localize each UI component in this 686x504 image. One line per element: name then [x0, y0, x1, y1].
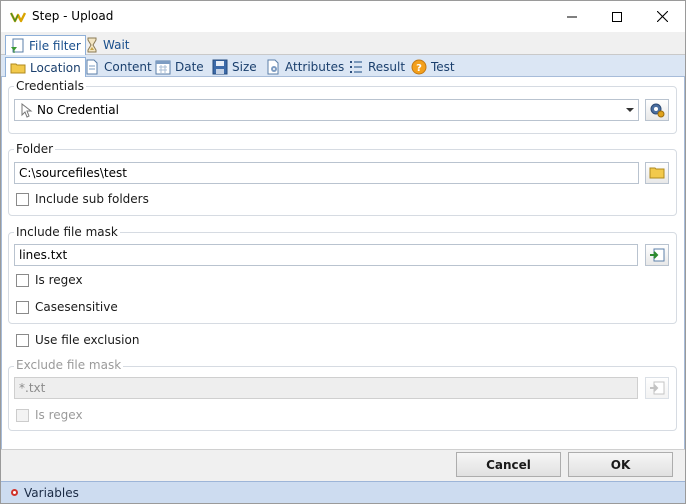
exclude-mask-value: *.txt — [19, 381, 46, 395]
tab-date[interactable]: Date — [151, 57, 208, 77]
include-is-regex-checkbox[interactable] — [16, 274, 29, 287]
svg-text:?: ? — [416, 63, 422, 74]
gear-icon — [650, 103, 665, 118]
folder-icon — [10, 63, 26, 74]
tab-file-filter[interactable]: File filter — [5, 35, 86, 56]
hourglass-icon — [87, 37, 97, 53]
use-file-exclusion-label: Use file exclusion — [35, 333, 140, 347]
include-mask-group-label: Include file mask — [14, 225, 120, 239]
disk-icon — [212, 59, 228, 75]
credential-select[interactable]: No Credential — [14, 99, 639, 121]
help-icon: ? — [411, 59, 427, 75]
minimize-icon — [567, 16, 577, 17]
window-title: Step - Upload — [32, 9, 114, 23]
tab-content[interactable]: Content — [80, 57, 156, 77]
dialog-button-bar: Cancel OK — [1, 449, 685, 481]
insert-variable-icon — [650, 248, 665, 262]
attributes-icon — [267, 59, 279, 75]
cancel-button[interactable]: Cancel — [456, 452, 561, 477]
credentials-group-label: Credentials — [14, 79, 87, 93]
tab-wait-label: Wait — [103, 38, 130, 52]
list-icon — [350, 61, 362, 73]
include-mask-value: lines.txt — [19, 248, 68, 262]
maximize-icon — [612, 11, 622, 22]
exclude-mask-helper-button[interactable] — [645, 377, 669, 399]
top-tab-strip: File filter Wait — [1, 32, 685, 56]
include-sub-folders-label: Include sub folders — [35, 192, 149, 206]
minimize-button[interactable] — [549, 1, 595, 32]
document-icon — [86, 59, 98, 75]
browse-folder-button[interactable] — [645, 162, 669, 184]
exclude-mask-input[interactable]: *.txt — [14, 377, 638, 399]
exclude-is-regex-checkbox[interactable] — [16, 409, 29, 422]
include-is-regex-label: Is regex — [35, 273, 83, 287]
tab-result-label: Result — [368, 60, 406, 74]
tab-attributes-label: Attributes — [285, 60, 345, 74]
tab-test-label: Test — [431, 60, 455, 74]
include-sub-folders-checkbox[interactable] — [16, 193, 29, 206]
tab-test[interactable]: ? Test — [407, 57, 459, 77]
include-mask-helper-button[interactable] — [645, 244, 669, 266]
tab-location[interactable]: Location — [5, 57, 86, 78]
variables-label: Variables — [24, 485, 79, 500]
tab-size-label: Size — [232, 60, 257, 74]
tab-attributes[interactable]: Attributes — [261, 57, 348, 77]
calendar-icon — [155, 60, 171, 75]
exclude-mask-group-label: Exclude file mask — [14, 358, 124, 372]
tab-content-label: Content — [104, 60, 152, 74]
close-button[interactable] — [639, 1, 685, 32]
tab-size[interactable]: Size — [208, 57, 261, 77]
folder-path-input[interactable]: C:\sourcefiles\test — [14, 162, 639, 184]
maximize-button[interactable] — [594, 1, 640, 32]
casesensitive-checkbox[interactable] — [16, 301, 29, 314]
cursor-icon — [21, 103, 33, 118]
tab-result[interactable]: Result — [344, 57, 409, 77]
tab-wait[interactable]: Wait — [80, 35, 134, 55]
insert-variable-icon — [650, 381, 665, 395]
tab-date-label: Date — [175, 60, 204, 74]
tab-location-label: Location — [30, 61, 81, 75]
title-bar: Step - Upload — [1, 1, 685, 32]
ok-button[interactable]: OK — [568, 452, 673, 477]
variables-indicator-icon — [11, 489, 18, 496]
tab-file-filter-label: File filter — [29, 39, 81, 53]
file-filter-icon — [11, 38, 24, 53]
folder-path-value: C:\sourcefiles\test — [19, 166, 127, 180]
include-mask-input[interactable]: lines.txt — [14, 244, 638, 266]
exclude-is-regex-label: Is regex — [35, 408, 83, 422]
use-file-exclusion-checkbox[interactable] — [16, 334, 29, 347]
close-icon — [656, 11, 668, 22]
step-upload-window: Step - Upload File filter Wait Location … — [0, 0, 686, 504]
chevron-down-icon — [626, 108, 634, 112]
location-panel: Credentials No Credential Folder C:\sour… — [1, 77, 685, 449]
credential-settings-button[interactable] — [645, 99, 669, 121]
folder-group-label: Folder — [14, 142, 56, 156]
sub-tab-strip: Location Content Date Size Attributes Re… — [1, 55, 685, 78]
app-logo-icon — [10, 12, 26, 23]
credential-selected-value: No Credential — [37, 103, 119, 117]
open-folder-icon — [649, 167, 665, 179]
variables-bar[interactable]: Variables — [1, 481, 685, 503]
casesensitive-label: Casesensitive — [35, 300, 118, 314]
